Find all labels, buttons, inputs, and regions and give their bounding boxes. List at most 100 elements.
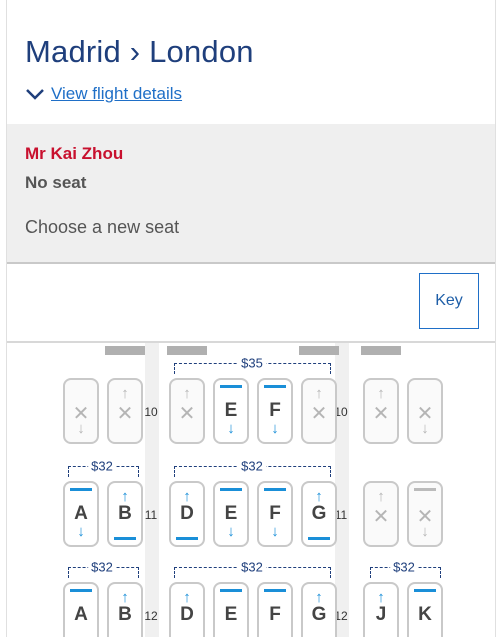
view-flight-details-label[interactable]: View flight details — [51, 84, 182, 104]
passenger-panel: Mr Kai Zhou No seat Choose a new seat — [7, 124, 495, 264]
chevron-down-icon — [26, 89, 44, 100]
unavailable-x-icon: ✕ — [178, 403, 196, 425]
arrow-up-icon: ↑ — [183, 488, 191, 505]
seat-bar — [114, 537, 136, 540]
unavailable-x-icon: ✕ — [372, 506, 390, 528]
choose-seat-prompt: Choose a new seat — [25, 217, 180, 237]
arrow-down-icon: ↓ — [271, 523, 279, 540]
arrow-up-icon: ↑ — [121, 589, 129, 606]
seat-bar — [264, 589, 286, 592]
seat-letter: E — [224, 604, 238, 625]
seat-button[interactable]: ↑ G — [301, 582, 337, 637]
arrow-down-icon: ↓ — [227, 420, 235, 437]
exit-marker — [105, 346, 145, 355]
arrow-down-icon: ↓ — [271, 420, 279, 437]
seat-bar — [220, 385, 242, 388]
aisle — [145, 343, 159, 637]
passenger-name: Mr Kai Zhou — [25, 144, 124, 163]
row-number: 10 — [144, 405, 158, 419]
seat-price-label: $32 — [238, 458, 266, 474]
seat-bar — [264, 385, 286, 388]
exit-marker — [167, 346, 207, 355]
seat-letter: G — [311, 604, 327, 625]
seat-button[interactable]: ↓ A — [63, 481, 99, 547]
seat-bar — [220, 488, 242, 491]
seat-button[interactable]: ↓ ✕ — [407, 481, 443, 547]
seat-button[interactable]: ↑ B — [107, 481, 143, 547]
arrow-down-icon: ↓ — [77, 523, 85, 540]
key-button[interactable]: Key — [419, 273, 479, 329]
seat-button[interactable]: F — [257, 582, 293, 637]
arrow-down-icon: ↓ — [227, 523, 235, 540]
seat-letter: J — [375, 604, 387, 625]
seat-letter: B — [118, 604, 132, 625]
seat-letter: A — [74, 503, 88, 524]
seat-selection-card: Madrid › London View flight details Mr K… — [6, 0, 496, 637]
seat-button[interactable]: ↓ F — [257, 481, 293, 547]
arrow-up-icon: ↑ — [315, 488, 323, 505]
seat-bar — [70, 488, 92, 491]
seat-price-label: $35 — [238, 355, 266, 371]
arrow-up-icon: ↑ — [377, 385, 385, 402]
view-flight-details-link[interactable]: View flight details — [25, 84, 182, 104]
seat-bar — [414, 589, 436, 592]
passenger-seat-status: No seat — [25, 173, 87, 192]
row-number: 12 — [144, 609, 158, 623]
seat-letter: K — [418, 604, 432, 625]
unavailable-x-icon: ✕ — [372, 403, 390, 425]
exit-marker — [299, 346, 339, 355]
seat-button[interactable]: ↑ D — [169, 481, 205, 547]
seat-bar — [220, 589, 242, 592]
seat-bar — [308, 537, 330, 540]
seat-button[interactable]: ↑ D — [169, 582, 205, 637]
seat-button[interactable]: ↓ ✕ — [407, 378, 443, 444]
aisle — [335, 343, 349, 637]
unavailable-x-icon: ✕ — [310, 403, 328, 425]
seat-button[interactable]: E — [213, 582, 249, 637]
seat-button[interactable]: ↓ E — [213, 481, 249, 547]
seat-map: $35 $32 $32 $32 $32 $32 10 10 ↓ ✕ ↑ ✕ ↑ ✕ ↓ E ↓ F ↑ ✕… — [7, 343, 495, 637]
seat-price-label: $32 — [88, 458, 116, 474]
seat-button[interactable]: K — [407, 582, 443, 637]
seat-button[interactable]: ↑ B — [107, 582, 143, 637]
arrow-up-icon: ↑ — [315, 385, 323, 402]
seat-letter: E — [224, 400, 238, 421]
arrow-up-icon: ↑ — [377, 589, 385, 606]
seat-letter: F — [269, 503, 281, 524]
exit-marker — [361, 346, 401, 355]
seat-button[interactable]: ↑ G — [301, 481, 337, 547]
arrow-up-icon: ↑ — [121, 385, 129, 402]
seat-button[interactable]: ↑ ✕ — [301, 378, 337, 444]
arrow-up-icon: ↑ — [183, 385, 191, 402]
unavailable-x-icon: ✕ — [72, 403, 90, 425]
seat-button[interactable]: ↑ ✕ — [169, 378, 205, 444]
seat-bar — [70, 589, 92, 592]
arrow-up-icon: ↑ — [315, 589, 323, 606]
seat-letter: F — [269, 604, 281, 625]
seat-letter: E — [224, 503, 238, 524]
row-number: 11 — [144, 508, 158, 522]
seat-button[interactable]: ↑ ✕ — [107, 378, 143, 444]
seat-letter: G — [311, 503, 327, 524]
seat-bar — [176, 537, 198, 540]
seat-button[interactable]: ↑ ✕ — [363, 481, 399, 547]
seat-button[interactable]: ↑ J — [363, 582, 399, 637]
arrow-up-icon: ↑ — [183, 589, 191, 606]
seat-price-label: $32 — [88, 559, 116, 575]
seat-button[interactable]: ↓ ✕ — [63, 378, 99, 444]
unavailable-x-icon: ✕ — [116, 403, 134, 425]
unavailable-x-icon: ✕ — [416, 506, 434, 528]
seat-letter: B — [118, 503, 132, 524]
seat-bar — [414, 488, 436, 491]
seat-bar — [264, 488, 286, 491]
seat-button[interactable]: ↓ E — [213, 378, 249, 444]
unavailable-x-icon: ✕ — [416, 403, 434, 425]
seat-button[interactable]: ↓ F — [257, 378, 293, 444]
seat-letter: F — [269, 400, 281, 421]
route-title: Madrid › London — [25, 34, 254, 69]
seat-price-label: $32 — [390, 559, 418, 575]
seat-button[interactable]: ↑ ✕ — [363, 378, 399, 444]
seat-letter: D — [180, 604, 194, 625]
seat-button[interactable]: A — [63, 582, 99, 637]
seat-price-label: $32 — [238, 559, 266, 575]
